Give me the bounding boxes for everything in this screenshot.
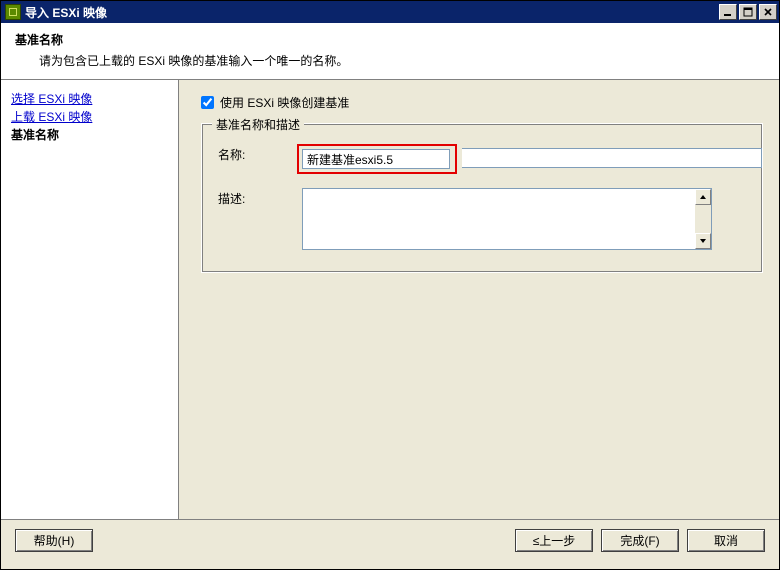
name-row: 名称: xyxy=(218,144,746,174)
desc-textarea[interactable] xyxy=(303,189,695,249)
desc-label: 描述: xyxy=(218,188,302,207)
close-icon xyxy=(763,7,773,17)
minimize-icon xyxy=(723,7,733,17)
chevron-up-icon xyxy=(700,195,706,199)
create-baseline-row: 使用 ESXi 映像创建基准 xyxy=(201,94,763,111)
close-button[interactable] xyxy=(759,4,777,20)
scroll-down-button[interactable] xyxy=(695,233,711,249)
wizard-header: 基准名称 请为包含已上载的 ESXi 映像的基准输入一个唯一的名称。 xyxy=(1,23,779,80)
scroll-up-button[interactable] xyxy=(695,189,711,205)
create-baseline-label: 使用 ESXi 映像创建基准 xyxy=(220,94,349,111)
minimize-button[interactable] xyxy=(719,4,737,20)
sidebar-item-upload-image[interactable]: 上载 ESXi 映像 xyxy=(11,108,168,126)
back-button[interactable]: ≤上一步 xyxy=(515,529,593,552)
desc-textarea-wrap xyxy=(302,188,712,250)
titlebar: 导入 ESXi 映像 xyxy=(1,1,779,23)
maximize-icon xyxy=(743,7,753,17)
sidebar-item-baseline-name: 基准名称 xyxy=(11,126,168,144)
main-area: 选择 ESXi 映像 上载 ESXi 映像 基准名称 使用 ESXi 映像创建基… xyxy=(1,80,779,520)
chevron-down-icon xyxy=(700,239,706,243)
desc-row: 描述: xyxy=(218,188,746,250)
group-legend: 基准名称和描述 xyxy=(212,116,304,133)
help-button[interactable]: 帮助(H) xyxy=(15,529,93,552)
content-panel: 使用 ESXi 映像创建基准 基准名称和描述 名称: 描述: xyxy=(179,80,779,520)
wizard-steps-sidebar: 选择 ESXi 映像 上载 ESXi 映像 基准名称 xyxy=(1,80,179,520)
name-input[interactable] xyxy=(302,149,450,169)
baseline-name-group: 基准名称和描述 名称: 描述: xyxy=(201,123,763,273)
name-highlight-box xyxy=(297,144,457,174)
window-controls xyxy=(719,4,777,20)
cancel-button[interactable]: 取消 xyxy=(687,529,765,552)
page-subtitle: 请为包含已上载的 ESXi 映像的基准输入一个唯一的名称。 xyxy=(39,52,765,69)
finish-button[interactable]: 完成(F) xyxy=(601,529,679,552)
window-title: 导入 ESXi 映像 xyxy=(25,4,719,21)
maximize-button[interactable] xyxy=(739,4,757,20)
sidebar-item-select-image[interactable]: 选择 ESXi 映像 xyxy=(11,90,168,108)
app-icon xyxy=(5,4,21,20)
name-label: 名称: xyxy=(218,144,302,163)
page-title: 基准名称 xyxy=(15,31,765,48)
desc-scrollbar[interactable] xyxy=(695,189,711,249)
create-baseline-checkbox[interactable] xyxy=(201,96,214,109)
name-input-extension[interactable] xyxy=(462,148,762,168)
footer: 帮助(H) ≤上一步 完成(F) 取消 xyxy=(1,520,779,560)
